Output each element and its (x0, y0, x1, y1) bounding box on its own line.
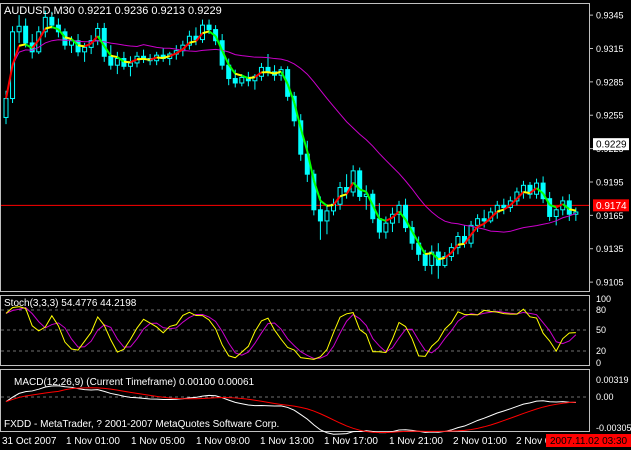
candle-body (350, 170, 356, 193)
svg-text:0.9229: 0.9229 (596, 140, 627, 151)
time-axis: 31 Oct 2007 1 Nov 01:00 1 Nov 05:00 1 No… (2, 436, 551, 447)
fast-ma-segment (457, 242, 465, 246)
fast-ma-segment (248, 76, 256, 80)
svg-text:1 Nov 05:00: 1 Nov 05:00 (131, 436, 185, 447)
chart-canvas[interactable]: 0.93450.93150.92850.92550.92250.91950.91… (0, 0, 631, 450)
svg-text:0.9174: 0.9174 (596, 201, 627, 212)
svg-text:100: 100 (596, 294, 611, 304)
candle-body (324, 210, 330, 222)
svg-text:20: 20 (596, 346, 606, 356)
svg-text:1 Nov 21:00: 1 Nov 21:00 (389, 436, 443, 447)
fast-ma-segment (156, 56, 164, 59)
candle-body (82, 46, 88, 53)
price-tick-label: 0.9165 (596, 211, 624, 221)
candle-body (23, 25, 29, 44)
macd-title: MACD(12,26,9) (Current Timeframe) 0.0010… (14, 377, 255, 388)
candle-body (317, 209, 323, 222)
fast-ma-segment (326, 204, 334, 207)
fast-ma-segment (77, 44, 85, 48)
price-tick-label: 0.9285 (596, 77, 624, 87)
candle-body (239, 76, 245, 84)
svg-text:1 Nov 17:00: 1 Nov 17:00 (324, 436, 378, 447)
candle-body (553, 209, 559, 217)
candle-body (481, 218, 487, 222)
copyright-text: FXDD - MetaTrader, ? 2001-2007 MetaQuote… (4, 419, 279, 430)
candle-body (422, 253, 428, 266)
fast-ma-segment (143, 57, 151, 61)
fast-ma-segment (569, 208, 577, 212)
fast-ma-segment (438, 256, 446, 261)
svg-text:31 Oct 2007: 31 Oct 2007 (2, 436, 57, 447)
svg-text:2007.11.02 03:30: 2007.11.02 03:30 (550, 436, 628, 447)
candle-body (383, 222, 389, 233)
candle-body (127, 62, 133, 67)
price-tick-label: 0.9105 (596, 278, 624, 288)
candle-body (501, 204, 507, 209)
svg-text:0.00: 0.00 (596, 392, 614, 402)
candle-body (49, 16, 55, 26)
svg-text:1 Nov 13:00: 1 Nov 13:00 (260, 436, 314, 447)
candle-body (520, 184, 526, 193)
candle-body (376, 218, 382, 233)
svg-text:1 Nov 09:00: 1 Nov 09:00 (196, 436, 250, 447)
svg-text:-0.00305: -0.00305 (596, 423, 631, 433)
svg-text:80: 80 (596, 305, 606, 315)
candle-body (232, 78, 238, 84)
svg-text:2 Nov 01:00: 2 Nov 01:00 (453, 436, 507, 447)
hline-price-marker: 0.9174 (593, 199, 629, 212)
candle-body (475, 218, 481, 226)
candle-body (16, 25, 22, 33)
price-tick-label: 0.9255 (596, 111, 624, 121)
stoch-title: Stoch(3,3,3) 54.4776 44.2198 (4, 298, 137, 309)
fast-ma-segment (18, 43, 26, 47)
price-tick-label: 0.9345 (596, 11, 624, 21)
current-price-marker: 0.9229 (593, 138, 629, 151)
svg-text:2 Nov 0: 2 Nov 0 (516, 436, 551, 447)
price-tick-label: 0.9315 (596, 44, 624, 54)
candle-body (108, 55, 114, 66)
fast-ma-segment (110, 54, 118, 59)
candle-body (357, 170, 363, 197)
candle-body (114, 58, 120, 66)
svg-text:1 Nov 01:00: 1 Nov 01:00 (66, 436, 120, 447)
svg-text:0: 0 (596, 358, 601, 368)
fast-ma-segment (123, 60, 131, 64)
svg-text:0.00319: 0.00319 (596, 375, 629, 385)
svg-text:50: 50 (596, 325, 606, 335)
symbol-header: AUDUSD,M30 0.9221 0.9236 0.9213 0.9229 (4, 5, 222, 17)
candle-body (206, 24, 212, 31)
price-tick-label: 0.9135 (596, 244, 624, 254)
fast-ma-segment (425, 252, 432, 256)
crosshair-time-label: 2007.11.02 03:30 (546, 434, 631, 447)
candle-body (3, 98, 9, 118)
price-tick-label: 0.9195 (596, 177, 624, 187)
fast-ma-segment (523, 190, 531, 195)
